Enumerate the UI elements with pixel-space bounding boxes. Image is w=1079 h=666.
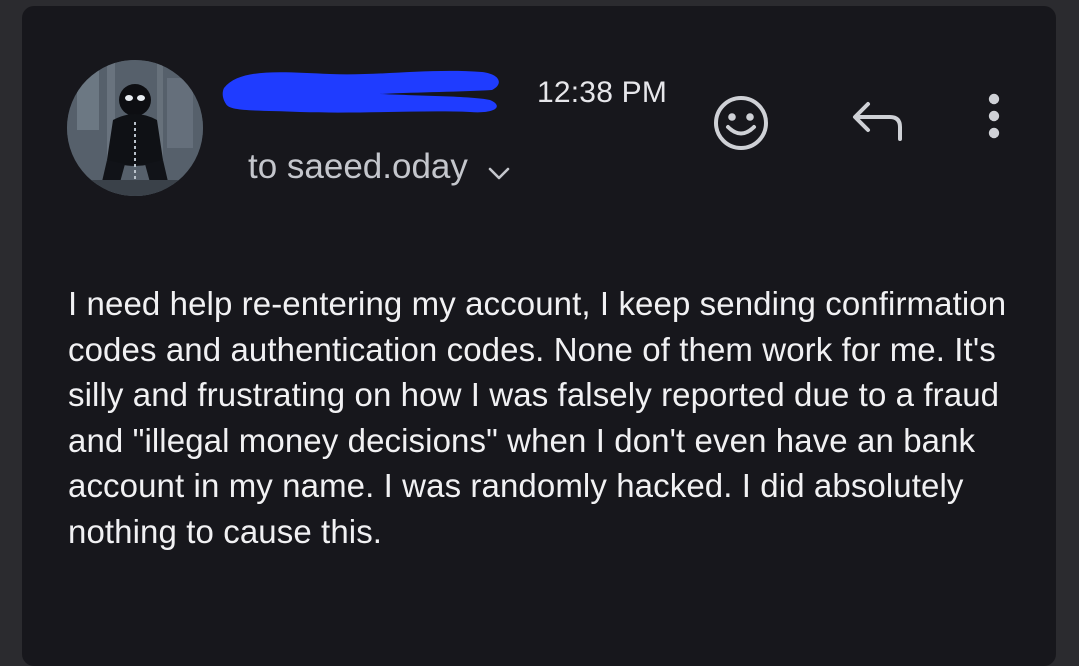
reply-arrow-icon <box>853 102 902 141</box>
recipient-label: to saeed.oday <box>248 147 468 186</box>
add-reaction-button[interactable] <box>712 94 770 152</box>
redacted-sender-name <box>222 70 499 113</box>
avatar-image <box>67 60 203 196</box>
reply-button[interactable] <box>848 97 906 145</box>
email-body: I need help re-entering my account, I ke… <box>68 285 1007 550</box>
chevron-down-icon <box>488 150 510 190</box>
email-timestamp: 12:38 PM <box>537 76 668 109</box>
more-options-button[interactable] <box>980 92 1008 146</box>
more-vertical-icon <box>988 93 1000 139</box>
sender-avatar[interactable] <box>67 60 203 196</box>
smiley-face-icon <box>714 96 768 150</box>
recipient-toggle[interactable]: to saeed.oday <box>248 144 510 190</box>
